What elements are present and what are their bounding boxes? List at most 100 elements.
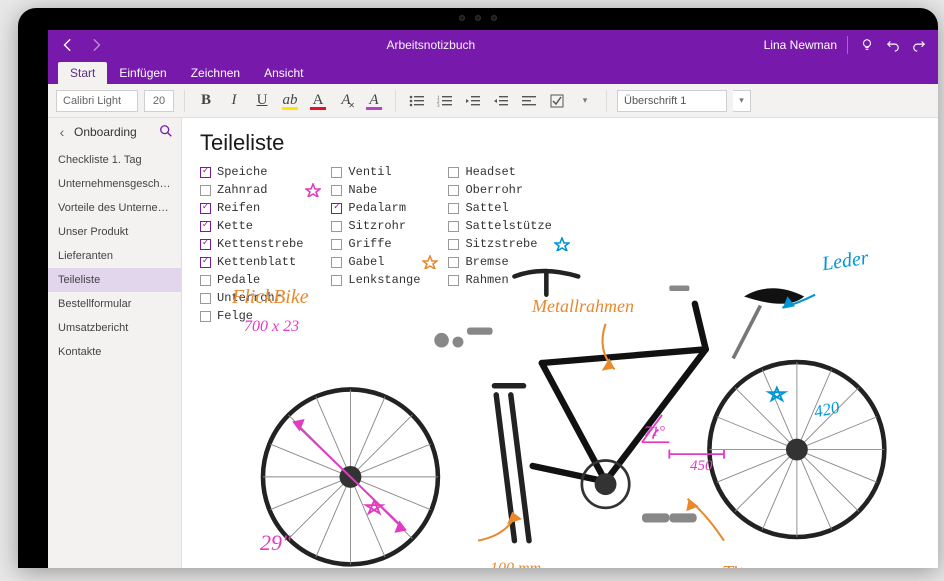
numbering-icon: 123 <box>437 94 453 108</box>
checklist-label: Pedalarm <box>348 201 406 215</box>
checklist-item[interactable]: Sattel <box>448 200 551 216</box>
annotation-flickbike: FlickBike <box>232 286 309 309</box>
bullets-button[interactable] <box>406 90 428 112</box>
page-title: Teileliste <box>200 130 920 156</box>
more-button[interactable]: ▾ <box>574 90 596 112</box>
checkbox[interactable] <box>331 185 342 196</box>
forward-button[interactable] <box>84 33 108 57</box>
annotation-450: 450 <box>690 458 713 475</box>
heading-style-select[interactable]: Überschrift 1 <box>617 90 727 112</box>
bullets-icon <box>409 94 425 108</box>
underline-button[interactable]: U <box>251 90 273 112</box>
app-window: Arbeitsnotizbuch Lina Newman Start Einfü… <box>48 30 938 568</box>
checklist-item[interactable]: Zahnrad <box>200 182 303 198</box>
checklist-label: Oberrohr <box>465 183 523 197</box>
sidebar-page-item[interactable]: Umsatzbericht <box>48 316 181 340</box>
back-button[interactable] <box>56 33 80 57</box>
highlight-button[interactable]: ab <box>279 90 301 112</box>
checklist-item[interactable]: Oberrohr <box>448 182 551 198</box>
outdent-button[interactable] <box>462 90 484 112</box>
checklist-item[interactable]: Nabe <box>331 182 420 198</box>
checkbox[interactable] <box>448 203 459 214</box>
font-size-select[interactable]: 20 <box>144 90 174 112</box>
annotation-metallrahmen: Metallrahmen <box>532 296 634 317</box>
checklist-label: Headset <box>465 165 515 179</box>
align-icon <box>521 94 537 108</box>
sidebar-page-item[interactable]: Checkliste 1. Tag <box>48 148 181 172</box>
checkbox[interactable] <box>331 221 342 232</box>
checkbox[interactable] <box>448 185 459 196</box>
title-bar: Arbeitsnotizbuch Lina Newman <box>48 30 938 60</box>
tab-ansicht[interactable]: Ansicht <box>252 62 315 84</box>
align-button[interactable] <box>518 90 540 112</box>
checkbox[interactable] <box>200 221 211 232</box>
user-name[interactable]: Lina Newman <box>754 38 847 52</box>
checklist-item[interactable]: Speiche <box>200 164 303 180</box>
checklist-item[interactable]: Sitzrohr <box>331 218 420 234</box>
svg-text:3: 3 <box>437 104 440 108</box>
checklist-label: Reifen <box>217 201 260 215</box>
italic-button[interactable]: I <box>223 90 245 112</box>
indent-button[interactable] <box>490 90 512 112</box>
lightbulb-icon[interactable] <box>858 36 876 54</box>
annotation-fork-len: 100 mm <box>490 560 541 568</box>
checklist-item[interactable]: Headset <box>448 164 551 180</box>
sidebar-page-item[interactable]: Unternehmensgeschichte <box>48 172 181 196</box>
sidebar-page-item[interactable]: Teileliste <box>48 268 181 292</box>
section-name[interactable]: Onboarding <box>74 125 155 139</box>
checkbox[interactable] <box>200 203 211 214</box>
page-list: Checkliste 1. TagUnternehmensgeschichteV… <box>48 146 181 568</box>
checkbox[interactable] <box>200 185 211 196</box>
tab-einfuegen[interactable]: Einfügen <box>107 62 178 84</box>
annotation-wheel-dia: 29" <box>260 530 291 556</box>
checklist-item[interactable]: Kette <box>200 218 303 234</box>
checklist-label: Nabe <box>348 183 377 197</box>
checklist-item[interactable]: Reifen <box>200 200 303 216</box>
separator <box>606 90 607 112</box>
undo-button[interactable] <box>884 36 902 54</box>
clear-format-button[interactable]: A✕ <box>335 90 357 112</box>
ink-star-icon <box>305 183 321 197</box>
numbering-button[interactable]: 123 <box>434 90 456 112</box>
checkbox[interactable] <box>331 167 342 178</box>
tab-start[interactable]: Start <box>58 62 107 84</box>
page-canvas[interactable]: Teileliste SpeicheZahnradReifenKetteKett… <box>182 118 938 568</box>
sidebar-page-item[interactable]: Lieferanten <box>48 244 181 268</box>
sidebar-page-item[interactable]: Bestellformular <box>48 292 181 316</box>
checklist-label: Zahnrad <box>217 183 267 197</box>
section-back-button[interactable]: ‹ <box>54 124 70 140</box>
checklist-item[interactable]: Sattelstütze <box>448 218 551 234</box>
sidebar-page-item[interactable]: Kontakte <box>48 340 181 364</box>
page-sidebar: ‹ Onboarding Checkliste 1. TagUnternehme… <box>48 118 182 568</box>
checkbox[interactable] <box>448 167 459 178</box>
camera-array <box>451 14 505 22</box>
font-name-select[interactable]: Calibri Light <box>56 90 138 112</box>
bold-button[interactable]: B <box>195 90 217 112</box>
checklist-label: Sattel <box>465 201 508 215</box>
ink-layer: FlickBike 700 x 23 29" 100 mm Metallrahm… <box>182 240 938 568</box>
indent-icon <box>493 94 509 108</box>
sidebar-page-item[interactable]: Unser Produkt <box>48 220 181 244</box>
annotation-titan: Titan <box>722 562 763 568</box>
sidebar-page-item[interactable]: Vorteile des Unternehm… <box>48 196 181 220</box>
checkbox-button[interactable] <box>546 90 568 112</box>
checklist-item[interactable]: Ventil <box>331 164 420 180</box>
separator <box>184 90 185 112</box>
annotation-tire-size: 700 x 23 <box>244 318 299 336</box>
checklist-label: Sattelstütze <box>465 219 551 233</box>
checkbox[interactable] <box>448 221 459 232</box>
font-color-button[interactable]: A <box>307 90 329 112</box>
heading-drop-button[interactable]: ▾ <box>733 90 751 112</box>
tab-zeichnen[interactable]: Zeichnen <box>179 62 252 84</box>
notebook-title: Arbeitsnotizbuch <box>108 38 754 52</box>
ink-color-button[interactable]: A <box>363 90 385 112</box>
checkbox[interactable] <box>331 203 342 214</box>
checklist-label: Ventil <box>348 165 391 179</box>
redo-button[interactable] <box>910 36 928 54</box>
search-button[interactable] <box>159 124 175 140</box>
checkbox[interactable] <box>200 167 211 178</box>
checklist-item[interactable]: Pedalarm <box>331 200 420 216</box>
outdent-icon <box>465 94 481 108</box>
annotation-angle: 71° <box>644 424 665 441</box>
checkbox-icon <box>550 94 564 108</box>
